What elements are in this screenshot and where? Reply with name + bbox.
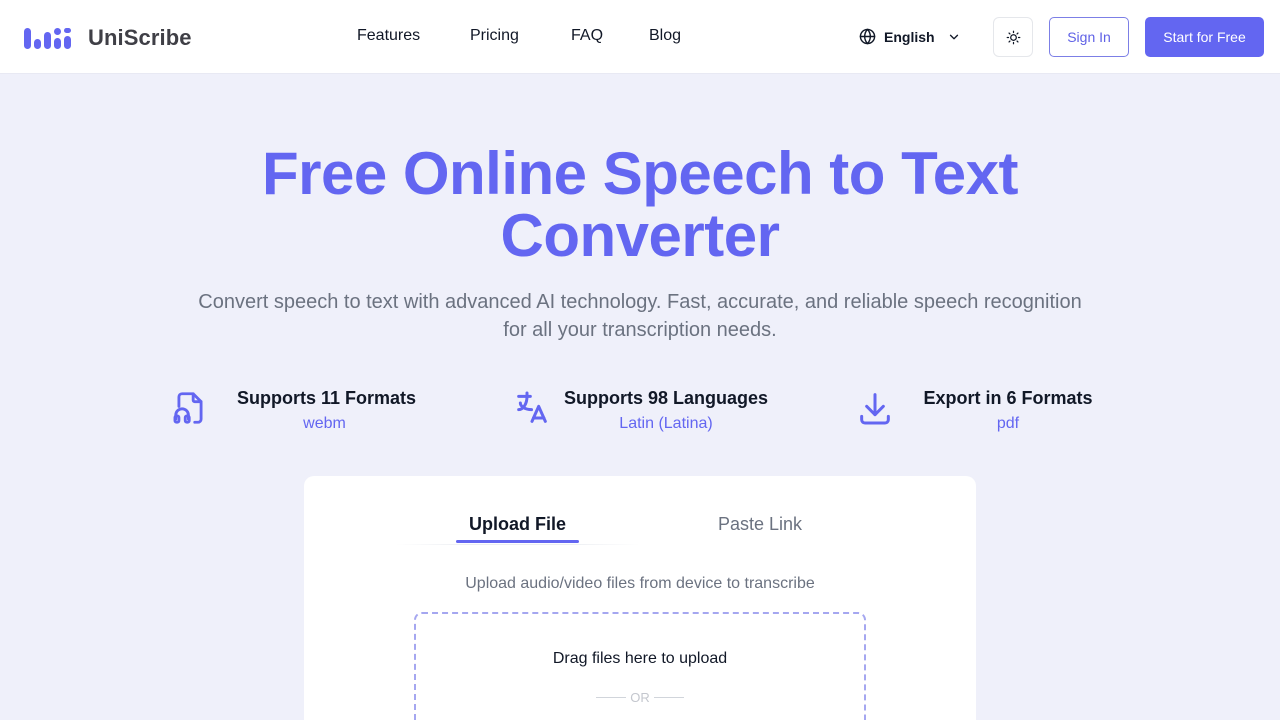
tab-paste-link[interactable]: Paste Link (718, 514, 802, 535)
globe-icon (859, 28, 876, 45)
feature-languages-title: Supports 98 Languages (563, 388, 769, 408)
logo-mark-icon (24, 28, 71, 49)
hero-subtitle: Convert speech to text with advanced AI … (198, 291, 1082, 341)
download-icon (855, 386, 895, 430)
upload-description: Upload audio/video files from device to … (465, 575, 815, 592)
nav-features[interactable]: Features (357, 27, 420, 45)
hero-title: Free Online Speech to Text Converter (261, 140, 1019, 269)
theme-toggle-button[interactable] (993, 17, 1033, 57)
or-divider: OR (416, 690, 864, 705)
drop-instructions: Drag files here to upload (552, 650, 728, 667)
start-for-free-button[interactable]: Start for Free (1145, 17, 1264, 57)
feature-languages-value: Latin (Latina) (619, 415, 713, 432)
sun-icon (1006, 30, 1020, 44)
feature-formats-value: webm (303, 415, 346, 432)
top-header: UniScribe Features Pricing FAQ Blog Engl… (0, 0, 1280, 74)
feature-export-value: pdf (996, 415, 1020, 432)
active-tab-indicator (456, 540, 579, 543)
feature-export-title: Export in 6 Formats (923, 388, 1093, 408)
feature-formats-title: Supports 11 Formats (237, 388, 417, 408)
feature-formats: Supports 11 Formats webm (170, 386, 416, 432)
nav-pricing[interactable]: Pricing (470, 27, 519, 45)
or-label: OR (630, 690, 650, 705)
feature-languages: Supports 98 Languages Latin (Latina) (512, 386, 768, 432)
sign-in-button[interactable]: Sign In (1049, 17, 1129, 57)
translate-icon (512, 386, 552, 430)
upload-card: Upload File Paste Link Upload audio/vide… (304, 476, 976, 720)
nav-blog[interactable]: Blog (649, 27, 681, 45)
language-selector[interactable]: English (859, 28, 961, 45)
upload-tabs: Upload File Paste Link (396, 506, 884, 546)
language-label: English (884, 28, 935, 45)
audio-file-icon (170, 386, 210, 430)
tab-upload-file[interactable]: Upload File (469, 514, 566, 535)
brand-logo[interactable]: UniScribe (23, 25, 192, 51)
feature-export: Export in 6 Formats pdf (855, 386, 1093, 432)
file-dropzone[interactable]: Drag files here to upload OR (414, 612, 866, 720)
brand-name: UniScribe (88, 25, 192, 50)
chevron-down-icon (949, 34, 958, 39)
nav-faq[interactable]: FAQ (571, 27, 603, 45)
tab-divider (396, 544, 640, 545)
or-line-right (653, 697, 684, 698)
or-line-left (596, 697, 627, 698)
